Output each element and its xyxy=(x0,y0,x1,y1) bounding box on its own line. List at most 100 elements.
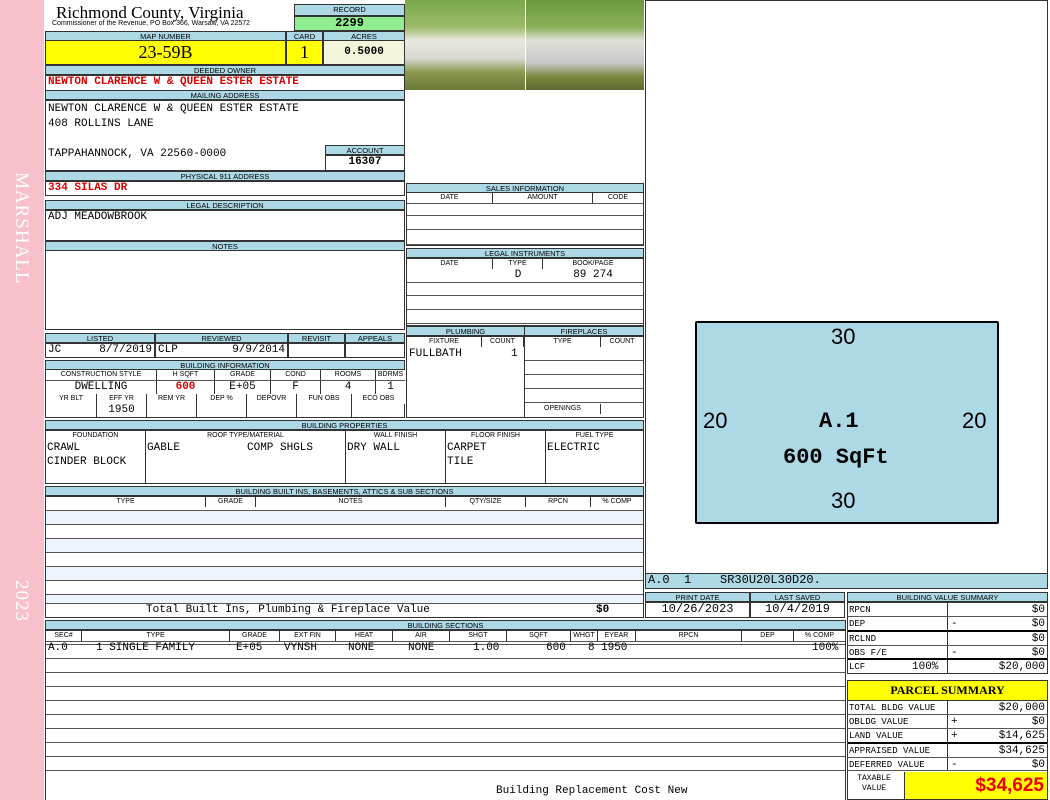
record-label: RECORD xyxy=(294,4,405,16)
builtin-comp-header: % COMP xyxy=(591,497,643,507)
dep-op: - xyxy=(951,618,958,630)
sketch-area[interactable]: 30 30 20 20 A.1 600 SqFt xyxy=(645,0,1048,574)
replacement-cost-label: Building Replacement Cost New xyxy=(496,785,688,797)
print-date: 10/26/2023 xyxy=(645,602,750,618)
extfin-value: VYNSH xyxy=(284,642,318,654)
sqft-header: SQFT xyxy=(507,631,571,641)
revisit-label: REVISIT xyxy=(288,333,345,343)
lcf-value: $20,000 xyxy=(998,661,1045,673)
mailing-line-2: 408 ROLLINS LANE xyxy=(48,118,154,130)
hsqft-value: 600 xyxy=(157,381,215,394)
map-number: 23-59B xyxy=(45,40,286,65)
type-header: TYPE xyxy=(82,631,230,641)
rpcn-value: $0 xyxy=(1031,604,1045,616)
county-address: Commissioner of the Revenue, PO Box 366,… xyxy=(52,20,251,27)
plumbing-fireplace-table: FIXTURE COUNT TYPE COUNT FULLBATH 1 OPEN… xyxy=(406,336,644,418)
total-bldg-label: TOTAL BLDG VALUE xyxy=(849,703,936,713)
taxable-label: TAXABLE VALUE xyxy=(852,774,896,794)
depovr-header: DEPOVR xyxy=(247,394,297,404)
legal-description-label: LEGAL DESCRIPTION xyxy=(45,200,405,210)
taxable-value: $34,625 xyxy=(904,772,1047,799)
deferred-op: - xyxy=(951,759,958,771)
listed-by: JC xyxy=(48,344,62,356)
plumbing-count-header: COUNT xyxy=(482,337,524,347)
heat-value: NONE xyxy=(348,642,375,654)
fuel-type: ELECTRIC xyxy=(547,442,600,454)
fixture-header: FIXTURE xyxy=(407,337,482,347)
openings-label: OPENINGS xyxy=(525,404,601,414)
fireplace-count-header: COUNT xyxy=(601,337,643,347)
remyr-value xyxy=(147,404,197,417)
foundation-header: FOUNDATION xyxy=(46,431,145,441)
sales-date-header: DATE xyxy=(407,193,493,203)
record-value: 2299 xyxy=(294,16,405,31)
land-label: LAND VALUE xyxy=(849,731,904,741)
print-date-label: PRINT DATE xyxy=(645,592,750,602)
obldg-value: $0 xyxy=(1031,716,1045,728)
taxable-label-2: VALUE xyxy=(861,784,886,793)
sales-table: DATE AMOUNT CODE xyxy=(406,192,644,246)
legal-description: ADJ MEADOWBROOK xyxy=(45,210,405,241)
roof-header: ROOF TYPE/MATERIAL xyxy=(146,431,345,441)
building-value-summary: RPCN $0 DEP - $0 RCLND $0 OBS F/E - $0 L… xyxy=(847,602,1048,674)
taxable-label-1: TAXABLE xyxy=(857,774,891,783)
deeded-owner-label: DEEDED OWNER xyxy=(45,65,405,75)
deferred-label: DEFERRED VALUE xyxy=(849,760,925,770)
property-photo-1[interactable] xyxy=(405,0,525,90)
rooms-header: ROOMS xyxy=(321,370,376,380)
building-value-summary-label: BUILDING VALUE SUMMARY xyxy=(847,592,1048,602)
parcel-summary: TOTAL BLDG VALUE $20,000 OBLDG VALUE + $… xyxy=(847,700,1048,800)
deferred-value: $0 xyxy=(1031,759,1045,771)
sec-header: SEC# xyxy=(46,631,82,641)
floor-finish-header: FLOOR FINISH xyxy=(446,431,545,441)
obldg-label: OBLDG VALUE xyxy=(849,717,909,727)
listed-label: LISTED xyxy=(45,333,155,343)
type-value: 1 SINGLE FAMILY xyxy=(96,642,196,654)
land-op: + xyxy=(951,730,958,742)
eyear-value: 1950 xyxy=(601,642,628,654)
account-value: 16307 xyxy=(325,155,405,171)
side-strip: MARSHALL 2023 xyxy=(0,0,44,800)
sales-amount-header: AMOUNT xyxy=(493,193,593,203)
dep-value xyxy=(197,404,247,417)
reviewed-value: CLP 9/9/2014 xyxy=(155,343,288,358)
foundation-2: CINDER BLOCK xyxy=(47,456,127,468)
comp-header: % COMP xyxy=(794,631,845,641)
funobs-value xyxy=(297,404,352,417)
lcf-pct: 100% xyxy=(912,661,939,673)
comp-value: 100% xyxy=(812,642,839,654)
construction-style-header: CONSTRUCTION STYLE xyxy=(46,370,157,380)
rooms-value: 4 xyxy=(321,381,376,394)
appraised-value: $34,625 xyxy=(998,745,1045,757)
sec-value: A.0 xyxy=(48,642,68,654)
cond-header: COND xyxy=(271,370,321,380)
parcel-summary-label: PARCEL SUMMARY xyxy=(847,680,1048,701)
land-value: $14,625 xyxy=(998,730,1045,742)
appraised-label: APPRAISED VALUE xyxy=(849,746,931,756)
physical-address-label: PHYSICAL 911 ADDRESS xyxy=(45,171,405,181)
builtin-grade-header: GRADE xyxy=(206,497,256,507)
floor-finish-1: CARPET xyxy=(447,442,487,454)
builtin-type-header: TYPE xyxy=(46,497,206,507)
account-label: ACCOUNT xyxy=(325,145,405,155)
shgt-value: 1.00 xyxy=(473,642,500,654)
lcf-label: LCF xyxy=(849,662,866,672)
notes-area xyxy=(45,250,405,330)
rpcn-header: RPCN xyxy=(636,631,742,641)
cond-value: F xyxy=(271,381,321,394)
dep-label: DEP xyxy=(849,619,866,629)
property-photo-2[interactable] xyxy=(526,0,644,90)
builtins-label: BUILDING BUILT INS, BASEMENTS, ATTICS & … xyxy=(45,486,644,496)
obs-op: - xyxy=(951,647,958,659)
builtins-table: TYPE GRADE NOTES QTY/SIZE RPCN % COMP To… xyxy=(45,496,644,618)
building-properties-label: BUILDING PROPERTIES xyxy=(45,420,644,430)
whgt-value: 8 xyxy=(588,642,595,654)
total-bldg-value: $20,000 xyxy=(998,702,1045,714)
builtins-total-label: Total Built Ins, Plumbing & Fireplace Va… xyxy=(146,604,430,616)
eyear-header: EYEAR xyxy=(598,631,636,641)
construction-style: DWELLING xyxy=(46,381,157,394)
instrument-type: D xyxy=(514,269,522,281)
sqft-value: 600 xyxy=(546,642,566,654)
obs-value: $0 xyxy=(1031,647,1045,659)
obs-label: OBS F/E xyxy=(849,648,887,658)
